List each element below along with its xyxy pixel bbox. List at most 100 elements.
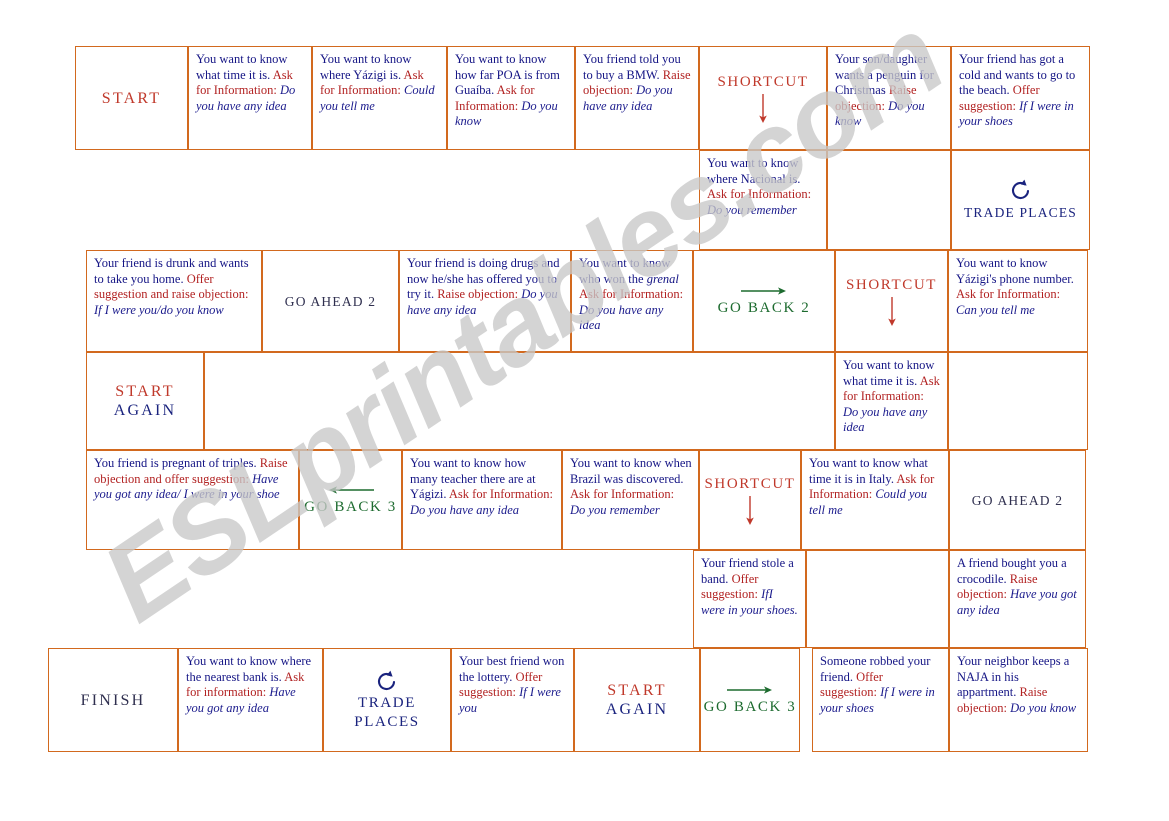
task-cell[interactable]: You want to know what time it is in Ital… xyxy=(801,450,949,550)
action-label: START xyxy=(607,682,667,699)
task-text: Someone robbed your friend. Offer sugges… xyxy=(820,654,942,716)
go-ahead-cell[interactable]: GO AHEAD 2 xyxy=(949,450,1086,550)
action-label: SHORTCUT xyxy=(845,276,938,293)
task-text: You want to know what time it is. Ask fo… xyxy=(843,358,941,436)
action-label: GO AHEAD 2 xyxy=(284,293,377,309)
task-text: Your friend is drunk and wants to take y… xyxy=(94,256,255,318)
open-cell[interactable] xyxy=(948,352,1088,450)
task-text: You want to know how far POA is from Gua… xyxy=(455,52,568,130)
open-cell[interactable] xyxy=(204,352,835,450)
task-cell[interactable]: Someone robbed your friend. Offer sugges… xyxy=(812,648,949,752)
go-ahead-cell[interactable]: GO AHEAD 2 xyxy=(262,250,399,352)
task-text: Your son/daughter wants a penguin for Ch… xyxy=(835,52,944,130)
task-cell[interactable]: Your friend is doing drugs and now he/sh… xyxy=(399,250,571,352)
task-cell[interactable]: Your friend stole a band. Offer suggesti… xyxy=(693,550,806,648)
action-label: TRADE xyxy=(358,694,416,711)
action-label: START xyxy=(101,89,162,107)
task-cell[interactable]: Your friend is drunk and wants to take y… xyxy=(86,250,262,352)
start-again-cell[interactable]: START AGAIN xyxy=(86,352,204,450)
action-sublabel: AGAIN xyxy=(113,402,177,419)
start-again-cell[interactable]: START AGAIN xyxy=(574,648,700,752)
task-prompt: You want to know where Yázigi is. xyxy=(320,52,412,82)
action-sublabel: AGAIN xyxy=(605,701,669,718)
task-cell[interactable]: Your best friend won the lottery. Offer … xyxy=(451,648,574,752)
task-phrase: Do you remember xyxy=(707,202,797,217)
action-sublabel: PLACES xyxy=(354,713,420,730)
arrow-down-icon xyxy=(755,93,771,124)
task-prompt: Your neighbor keeps a NAJA in his appart… xyxy=(957,654,1070,700)
board-game-grid: START You want to know what time it is. A… xyxy=(0,0,1169,821)
go-back-cell[interactable]: GO BACK 2 xyxy=(693,250,835,352)
task-cell[interactable]: Your friend has got a cold and wants to … xyxy=(951,46,1090,150)
task-cell[interactable]: Your neighbor keeps a NAJA in his appart… xyxy=(949,648,1088,752)
task-text: A friend bought you a crocodile. Raise o… xyxy=(957,556,1079,618)
action-label: START xyxy=(115,383,175,400)
board-row: Your friend is drunk and wants to take y… xyxy=(0,250,1169,352)
action-label: GO BACK 2 xyxy=(717,300,811,316)
task-prompt: You friend is pregnant of triples. xyxy=(94,456,257,470)
task-phrase: Can you tell me xyxy=(956,302,1035,317)
task-cell[interactable]: You want to know when Brazil was discove… xyxy=(562,450,699,550)
refresh-icon xyxy=(375,669,399,693)
trade-places-cell[interactable]: TRADE PLACES xyxy=(323,648,451,752)
task-text: Your friend has got a cold and wants to … xyxy=(959,52,1083,130)
arrow-right-icon xyxy=(727,683,773,697)
open-cell[interactable] xyxy=(827,150,951,250)
task-phrase: Do you remember xyxy=(570,502,660,517)
task-cell[interactable]: You want to know how many teacher there … xyxy=(402,450,562,550)
task-prompt: You want to know when Brazil was discove… xyxy=(570,456,692,486)
task-text: You friend is pregnant of triples. Raise… xyxy=(94,456,292,503)
task-cell[interactable]: A friend bought you a crocodile. Raise o… xyxy=(949,550,1086,648)
task-phrase: Do you have any idea xyxy=(843,404,928,435)
task-text: You want to know what time it is in Ital… xyxy=(809,456,942,518)
board-row: START AGAIN You want to know what time it … xyxy=(0,352,1169,450)
task-instruction: Ask for Information: xyxy=(448,487,554,502)
task-text: You want to know where the nearest bank … xyxy=(186,654,316,716)
task-prompt: You want to know where Nacional is. xyxy=(707,156,801,186)
task-text: You want to know what time it is. Ask fo… xyxy=(196,52,305,114)
task-cell[interactable]: You want to know Yázigi's phone number. … xyxy=(948,250,1088,352)
action-label: TRADE PLACES xyxy=(963,205,1078,220)
task-cell[interactable]: You want to know where Nacional is. Ask … xyxy=(699,150,827,250)
task-cell[interactable]: You want to know how far POA is from Gua… xyxy=(447,46,575,150)
go-back-cell[interactable]: GO BACK 3 xyxy=(700,648,800,752)
shortcut-cell[interactable]: SHORTCUT xyxy=(699,46,827,150)
task-cell[interactable]: You want to know who won the grenal Ask … xyxy=(571,250,693,352)
task-text: Your friend is doing drugs and now he/sh… xyxy=(407,256,564,318)
task-instruction: Ask for Information: xyxy=(707,187,812,202)
task-instruction: Ask for Information: xyxy=(956,287,1061,302)
trade-places-cell[interactable]: TRADE PLACES xyxy=(951,150,1090,250)
task-instruction: Ask for Information: xyxy=(570,487,675,502)
task-text: You want to know when Brazil was discove… xyxy=(570,456,692,518)
shortcut-cell[interactable]: SHORTCUT xyxy=(835,250,948,352)
task-phrase: Do you have any idea xyxy=(579,302,664,333)
start-cell[interactable]: START xyxy=(75,46,188,150)
task-cell[interactable]: You want to know where Yázigi is. Ask fo… xyxy=(312,46,447,150)
arrow-down-icon xyxy=(884,296,900,327)
go-back-cell[interactable]: GO BACK 3 xyxy=(299,450,402,550)
task-cell[interactable]: Your son/daughter wants a penguin for Ch… xyxy=(827,46,951,150)
action-label: GO BACK 3 xyxy=(304,499,397,515)
task-phrase: If I were you/do you know xyxy=(94,302,224,317)
action-label: GO AHEAD 2 xyxy=(971,492,1064,508)
task-cell[interactable]: You friend told you to buy a BMW. Raise … xyxy=(575,46,699,150)
task-prompt: Your best friend won the lottery. xyxy=(459,654,565,684)
task-cell[interactable]: You want to know what time it is. Ask fo… xyxy=(188,46,312,150)
arrow-right-icon xyxy=(741,284,787,298)
task-cell[interactable]: You want to know where the nearest bank … xyxy=(178,648,323,752)
task-text: Your friend stole a band. Offer suggesti… xyxy=(701,556,799,618)
task-text: You want to know how many teacher there … xyxy=(410,456,555,518)
arrow-down-icon xyxy=(742,495,758,526)
task-cell[interactable]: You want to know what time it is. Ask fo… xyxy=(835,352,948,450)
task-cell[interactable]: You friend is pregnant of triples. Raise… xyxy=(86,450,299,550)
task-phrase: Do you have any idea xyxy=(410,502,519,517)
task-text: You want to know where Yázigi is. Ask fo… xyxy=(320,52,440,114)
action-label: SHORTCUT xyxy=(717,73,809,90)
board-row: FINISH You want to know where the nearest… xyxy=(0,648,1169,752)
arrow-left-icon xyxy=(328,483,374,497)
open-cell[interactable] xyxy=(806,550,949,648)
finish-cell[interactable]: FINISH xyxy=(48,648,178,752)
shortcut-cell[interactable]: SHORTCUT xyxy=(699,450,801,550)
task-prompt: You want to know who won the grenal xyxy=(579,256,679,286)
task-text: You want to know who won the grenal Ask … xyxy=(579,256,686,334)
